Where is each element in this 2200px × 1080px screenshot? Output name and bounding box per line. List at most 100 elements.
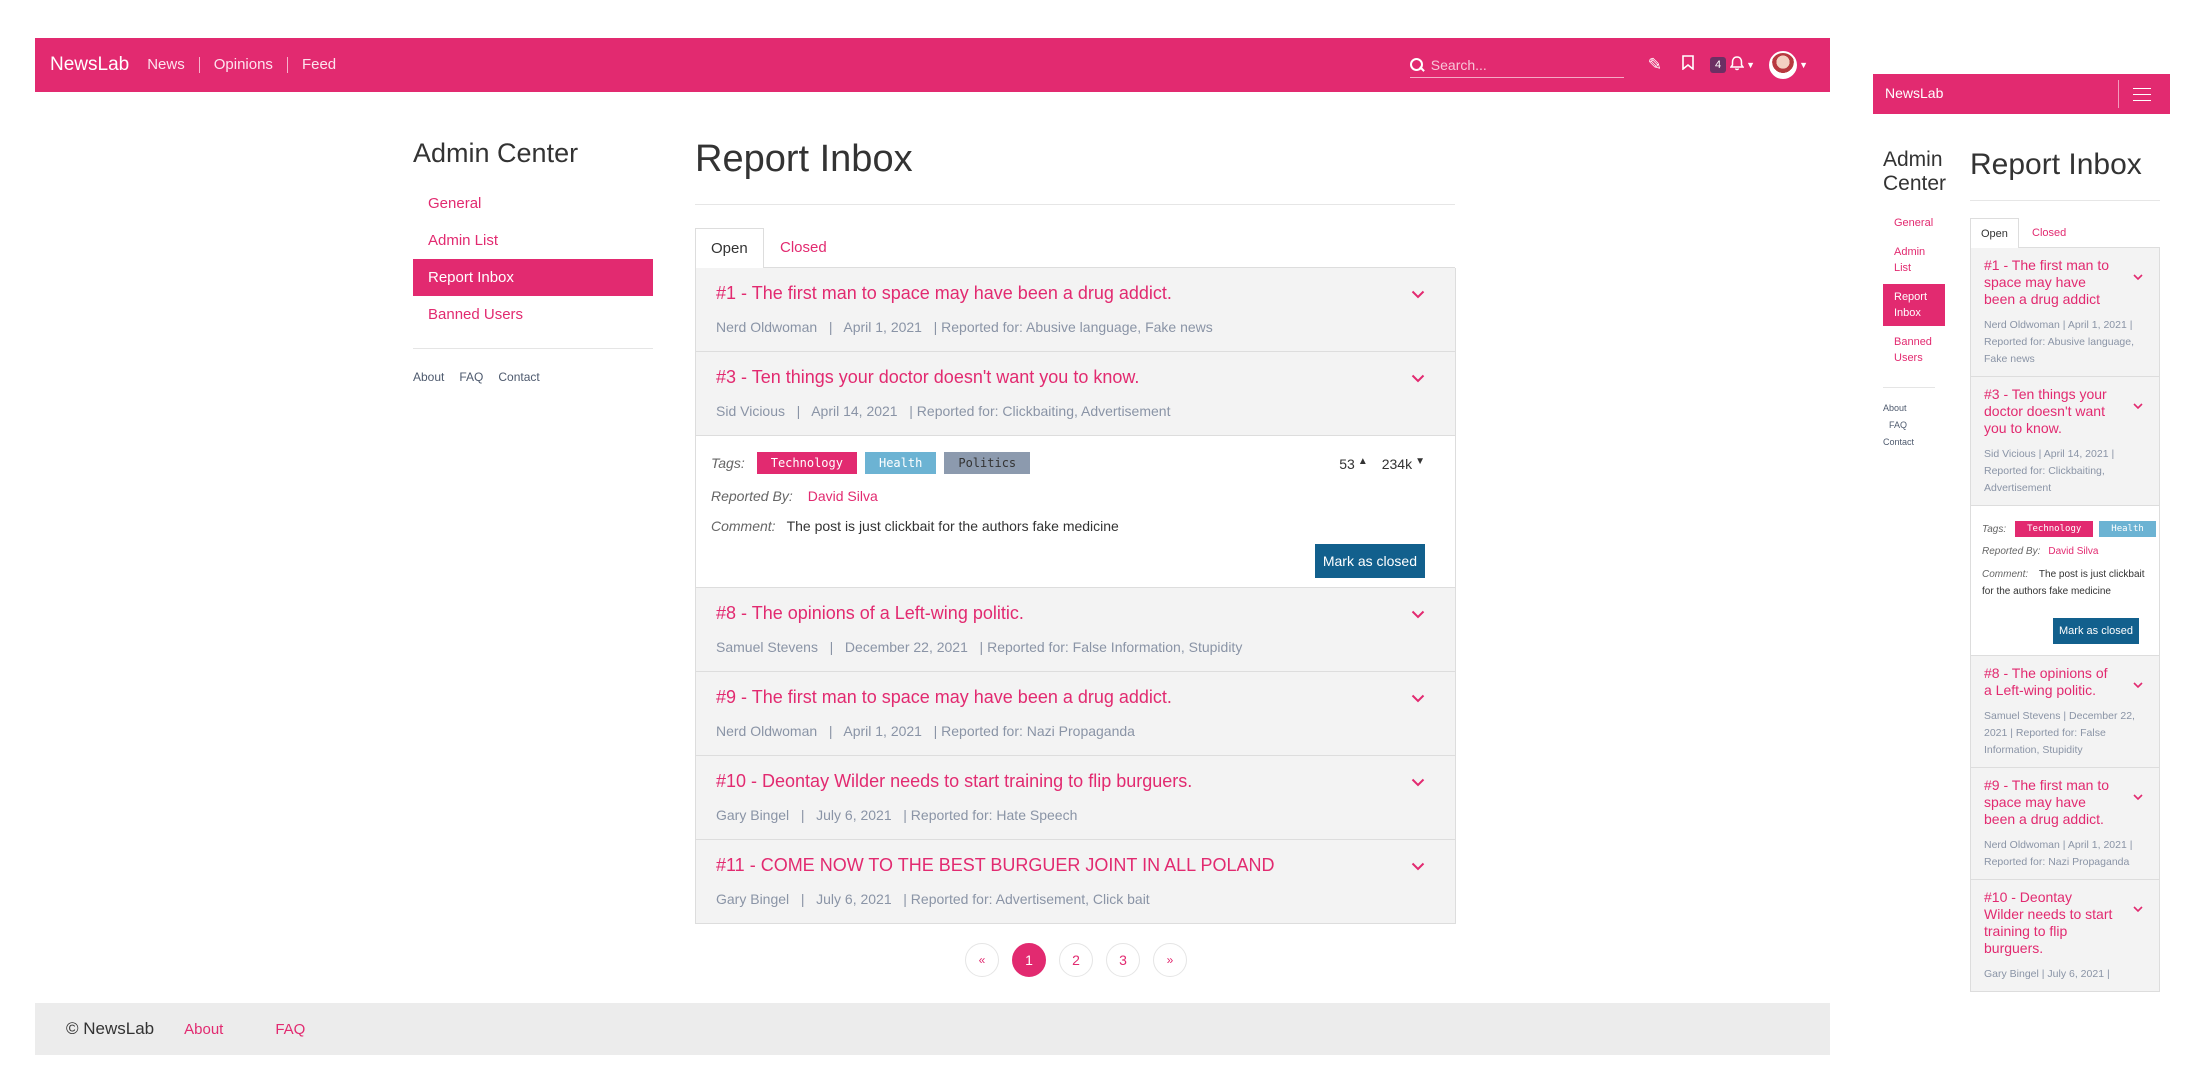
chevron-down-icon[interactable] [2133, 678, 2143, 692]
report-title[interactable]: #8 - The opinions of a Left-wing politic… [716, 603, 1024, 624]
report-title[interactable]: #11 - COME NOW TO THE BEST BURGUER JOINT… [716, 855, 1274, 876]
tab-closed[interactable]: Closed [765, 228, 842, 269]
report-meta: Samuel Stevens | December 22, 2021 | Rep… [1984, 710, 2135, 756]
reporter-name[interactable]: David Silva [808, 488, 878, 504]
reported-by-label: Reported By: [1982, 546, 2041, 557]
search-box [1409, 52, 1624, 78]
tab-open[interactable]: Open [695, 228, 764, 269]
tag-row: Tags: Technology Health [1982, 521, 2156, 537]
mobile-report-list: #1 - The first man to space may have bee… [1970, 248, 2160, 1010]
chevron-down-icon[interactable]: ▼ [1746, 60, 1755, 70]
sidebar-item-report-inbox[interactable]: Report Inbox [413, 259, 653, 296]
report-title[interactable]: #10 - Deontay Wilder needs to start trai… [1984, 889, 2114, 957]
chevron-down-icon[interactable] [1411, 774, 1425, 792]
chevron-down-icon[interactable] [2133, 902, 2143, 916]
report-item[interactable]: #1 - The first man to space may have bee… [695, 268, 1456, 352]
chevron-down-icon[interactable] [1411, 606, 1425, 624]
sidebar-link-about[interactable]: About [1883, 400, 1914, 417]
pagination-page[interactable]: 1 [1012, 943, 1046, 977]
report-item[interactable]: #11 - COME NOW TO THE BEST BURGUER JOINT… [695, 840, 1456, 924]
tags-label: Tags: [711, 455, 745, 471]
report-title[interactable]: #1 - The first man to space may have bee… [716, 283, 1172, 304]
report-item[interactable]: #8 - The opinions of a Left-wing politic… [695, 588, 1456, 672]
sidebar-item-banned-users[interactable]: Banned Users [1883, 329, 1945, 371]
report-item[interactable]: #9 - The first man to space may have bee… [695, 672, 1456, 756]
tag-politics[interactable]: Politics [944, 452, 1031, 474]
report-title[interactable]: #1 - The first man to space may have bee… [1984, 257, 2114, 308]
tag-health[interactable]: Health [2099, 521, 2156, 537]
tag-health[interactable]: Health [864, 452, 937, 474]
chevron-down-icon[interactable] [1411, 858, 1425, 876]
tag-technology[interactable]: Technology [756, 452, 857, 474]
report-list: #1 - The first man to space may have bee… [695, 268, 1456, 924]
pagination-page[interactable]: 2 [1059, 943, 1093, 977]
nav-link-news[interactable]: News [147, 57, 199, 73]
report-title[interactable]: #10 - Deontay Wilder needs to start trai… [716, 771, 1192, 792]
mark-as-closed-button[interactable]: Mark as closed [1314, 544, 1425, 578]
mobile-title-divider [1970, 200, 2160, 201]
sidebar-link-faq[interactable]: FAQ [459, 370, 483, 384]
sidebar-item-admin-list[interactable]: Admin List [1883, 239, 1945, 281]
tab-closed[interactable]: Closed [2022, 218, 2076, 249]
sidebar-item-general[interactable]: General [413, 185, 653, 222]
report-title[interactable]: #3 - Ten things your doctor doesn't want… [1984, 386, 2114, 437]
mobile-sidebar-title: Admin Center [1883, 148, 1947, 195]
report-meta: Nerd Oldwoman | April 1, 2021 | Reported… [1984, 319, 2135, 365]
chevron-down-icon[interactable] [1411, 370, 1425, 388]
sidebar-link-about[interactable]: About [413, 370, 444, 384]
pagination-prev[interactable]: « [965, 943, 999, 977]
tab-open[interactable]: Open [1970, 218, 2019, 249]
bell-icon[interactable] [1729, 55, 1745, 75]
notification-badge[interactable]: 4 [1710, 57, 1727, 73]
chevron-down-icon[interactable] [1411, 690, 1425, 708]
avatar[interactable] [1769, 51, 1798, 79]
sidebar-link-contact[interactable]: Contact [1883, 434, 1914, 451]
chevron-down-icon[interactable] [1411, 286, 1425, 304]
brand-logo[interactable]: NewsLab [50, 54, 129, 76]
pagination-next[interactable]: » [1153, 943, 1187, 977]
report-item[interactable]: #3 - Ten things your doctor doesn't want… [695, 352, 1456, 436]
edit-icon[interactable]: ✎ [1648, 55, 1662, 75]
pagination-page[interactable]: 3 [1106, 943, 1140, 977]
report-title[interactable]: #3 - Ten things your doctor doesn't want… [716, 367, 1139, 388]
sidebar-item-banned-users[interactable]: Banned Users [413, 296, 653, 333]
pagination: « 1 2 3 » [965, 943, 1200, 977]
sidebar-link-faq[interactable]: FAQ [1883, 417, 1914, 434]
bookmark-icon[interactable] [1682, 55, 1694, 75]
report-title[interactable]: #9 - The first man to space may have bee… [716, 687, 1172, 708]
report-title[interactable]: #9 - The first man to space may have bee… [1984, 777, 2114, 828]
chevron-up-icon[interactable]: ▲ [1358, 456, 1368, 472]
nav-actions: ✎ 4 ▼ ▼ [1409, 38, 1808, 92]
report-title[interactable]: #8 - The opinions of a Left-wing politic… [1984, 665, 2114, 699]
sidebar-item-report-inbox[interactable]: Report Inbox [1883, 284, 1945, 326]
sidebar-item-general[interactable]: General [1883, 210, 1945, 236]
chevron-down-icon[interactable]: ▼ [1799, 60, 1808, 70]
report-meta: Gary Bingel | July 6, 2021 | [1984, 968, 2110, 980]
reporter-name[interactable]: David Silva [2048, 546, 2098, 557]
sidebar-item-admin-list[interactable]: Admin List [413, 222, 653, 259]
report-item[interactable]: #10 - Deontay Wilder needs to start trai… [695, 756, 1456, 840]
hamburger-icon[interactable] [2118, 80, 2160, 108]
report-details: Tags: Technology Health Reported By: Dav… [1970, 506, 2160, 656]
report-item[interactable]: #3 - Ten things your doctor doesn't want… [1970, 377, 2160, 506]
chevron-down-icon[interactable] [2133, 790, 2143, 804]
footer-link-faq[interactable]: FAQ [275, 1021, 305, 1038]
report-item[interactable]: #1 - The first man to space may have bee… [1970, 248, 2160, 377]
tag-technology[interactable]: Technology [2015, 521, 2094, 537]
report-item[interactable]: #9 - The first man to space may have bee… [1970, 768, 2160, 880]
nav-link-opinions[interactable]: Opinions [198, 57, 287, 73]
sidebar-title: Admin Center [413, 138, 579, 168]
mobile-brand-logo[interactable]: NewsLab [1885, 85, 1943, 101]
chevron-down-icon[interactable] [2133, 270, 2143, 284]
report-item[interactable]: #10 - Deontay Wilder needs to start trai… [1970, 880, 2160, 992]
chevron-down-icon[interactable]: ▼ [1415, 456, 1425, 472]
search-input[interactable] [1430, 56, 1621, 73]
sidebar-link-contact[interactable]: Contact [498, 370, 539, 384]
nav-link-feed[interactable]: Feed [286, 57, 350, 73]
mark-as-closed-button[interactable]: Mark as closed [2053, 618, 2139, 644]
chevron-down-icon[interactable] [2133, 399, 2143, 413]
title-divider [695, 204, 1455, 205]
report-item[interactable]: #8 - The opinions of a Left-wing politic… [1970, 656, 2160, 768]
footer-link-about[interactable]: About [184, 1021, 223, 1038]
upvote-count: 53 [1339, 456, 1355, 472]
